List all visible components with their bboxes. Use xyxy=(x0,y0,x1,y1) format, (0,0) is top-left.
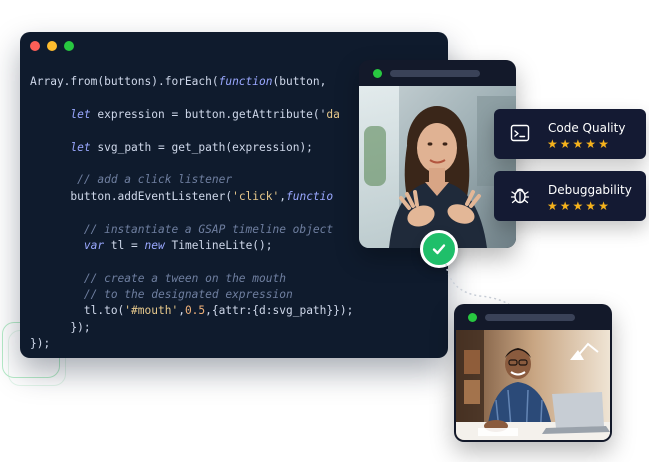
code-token: let xyxy=(70,107,91,121)
candidate-video-image xyxy=(359,86,516,248)
code-token: }); xyxy=(30,337,51,351)
code-token: function xyxy=(218,75,273,88)
code-line: button.addEventListener('click',functio xyxy=(30,189,353,205)
developer-laptop-image xyxy=(456,330,610,440)
code-token: , xyxy=(178,304,185,318)
code-token: // create a tween on the mouth xyxy=(30,271,286,285)
code-line: // instantiate a GSAP timeline object xyxy=(30,222,353,238)
code-token: ,{attr:{d:svg_path}}); xyxy=(205,304,354,318)
code-token: // to the designated expression xyxy=(30,288,293,302)
code-line: // add a click listener xyxy=(30,172,353,188)
star-rating: ★ ★ ★ ★ ★ xyxy=(547,138,609,150)
code-line: }); xyxy=(30,336,353,352)
status-dot-icon xyxy=(468,312,477,322)
star-icon: ★ xyxy=(559,199,571,213)
star-icon: ★ xyxy=(547,137,558,151)
code-line: Array.from(buttons).forEach(function(but… xyxy=(30,74,353,90)
window-controls xyxy=(30,41,74,51)
code-token: // add a click listener xyxy=(30,173,233,187)
rating-card-title: Debuggability xyxy=(548,183,632,197)
code-token: '#mouth' xyxy=(124,304,179,318)
code-token: Array.from(buttons).forEach( xyxy=(30,75,219,88)
code-token: tl.to( xyxy=(30,304,125,318)
code-token: var xyxy=(83,238,105,252)
star-icon: ★ xyxy=(585,199,597,213)
code-line: let expression = button.getAttribute('da xyxy=(30,107,353,123)
code-token: 'click' xyxy=(232,189,280,203)
minimize-dot-icon[interactable] xyxy=(47,41,57,51)
code-token: , xyxy=(279,189,286,203)
close-dot-icon[interactable] xyxy=(30,41,40,51)
code-token: new xyxy=(144,238,165,252)
code-token: functio xyxy=(285,189,334,203)
address-bar xyxy=(390,69,480,77)
code-token: da xyxy=(326,107,340,121)
terminal-icon xyxy=(510,124,530,142)
rating-card-title: Code Quality xyxy=(548,121,626,135)
window-titlebar xyxy=(454,304,612,330)
window-titlebar xyxy=(359,60,516,86)
maximize-dot-icon[interactable] xyxy=(64,41,74,51)
code-token: svg_path = get_path(expression); xyxy=(90,140,313,154)
code-line: let svg_path = get_path(expression); xyxy=(30,140,353,156)
code-line: // create a tween on the mouth xyxy=(30,271,353,287)
code-line: tl.to('#mouth',0.5,{attr:{d:svg_path}}); xyxy=(30,303,353,319)
code-line: }); xyxy=(30,320,353,336)
code-token: (button, xyxy=(272,75,334,88)
address-bar xyxy=(485,313,575,321)
hero-illustration: Array.from(buttons).forEach(function(but… xyxy=(0,0,649,462)
code-token: // instantiate a GSAP timeline object xyxy=(30,222,334,236)
star-icon: ★ xyxy=(547,199,558,213)
code-line: // to the designated expression xyxy=(30,287,353,303)
star-icon: ★ xyxy=(559,137,571,151)
code-token: }); xyxy=(30,320,91,334)
video-call-window xyxy=(359,60,516,248)
code-token: TimelineLite(); xyxy=(164,238,273,252)
code-line: var tl = new TimelineLite(); xyxy=(30,238,353,254)
star-icon: ★ xyxy=(572,199,584,213)
code-token: button.addEventListener( xyxy=(30,189,233,203)
developer-photo-window xyxy=(454,304,612,442)
star-icon: ★ xyxy=(572,137,584,151)
code-block: Array.from(buttons).forEach(function(but… xyxy=(30,74,353,353)
star-rating: ★ ★ ★ ★ ★ xyxy=(547,200,609,212)
code-token: let xyxy=(70,140,91,154)
code-token: tl = xyxy=(104,238,145,252)
star-icon: ★ xyxy=(598,137,609,151)
status-dot-icon xyxy=(373,68,382,78)
code-token: expression = button.getAttribute(' xyxy=(90,107,327,121)
rating-card-code-quality: Code Quality ★ ★ ★ ★ ★ xyxy=(494,109,646,159)
bug-icon xyxy=(510,188,530,204)
star-icon: ★ xyxy=(598,199,609,213)
star-icon: ★ xyxy=(585,137,597,151)
rating-card-debuggability: Debuggability ★ ★ ★ ★ ★ xyxy=(494,171,646,221)
code-token: 0.5 xyxy=(184,304,206,318)
